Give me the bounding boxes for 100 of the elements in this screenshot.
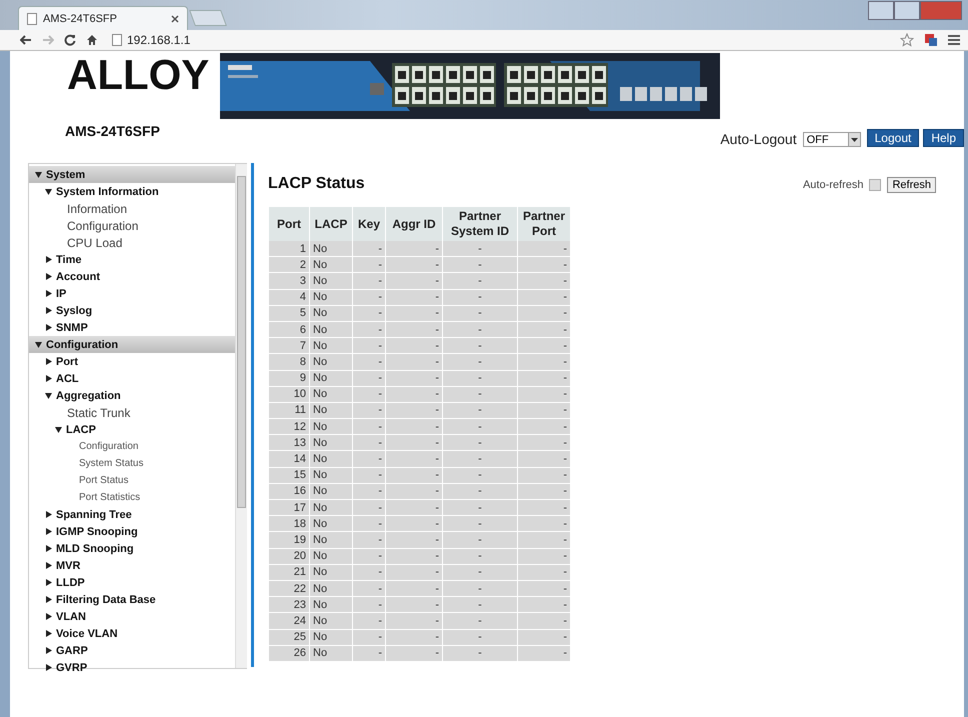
menu-icon[interactable] bbox=[948, 35, 960, 45]
collapsed-arrow-icon[interactable] bbox=[45, 324, 52, 331]
menu-link[interactable]: Configuration bbox=[29, 217, 235, 234]
table-cell: 21 bbox=[269, 564, 309, 581]
table-cell: - bbox=[386, 516, 442, 532]
collapsed-arrow-icon[interactable] bbox=[45, 579, 52, 586]
collapsed-arrow-icon[interactable] bbox=[45, 273, 52, 280]
menu-link[interactable]: Configuration bbox=[29, 438, 235, 455]
menu-item[interactable]: GARP bbox=[29, 642, 235, 659]
auto-refresh-checkbox[interactable] bbox=[869, 179, 882, 191]
back-icon[interactable] bbox=[20, 35, 32, 45]
table-cell: No bbox=[310, 516, 352, 532]
table-cell: No bbox=[310, 613, 352, 630]
table-cell: - bbox=[386, 290, 442, 306]
close-icon[interactable] bbox=[171, 14, 179, 22]
collapsed-arrow-icon[interactable] bbox=[45, 256, 52, 263]
collapsed-arrow-icon[interactable] bbox=[45, 307, 52, 314]
expanded-arrow-icon[interactable] bbox=[55, 426, 62, 433]
page-icon bbox=[27, 12, 37, 24]
home-icon[interactable] bbox=[86, 34, 98, 46]
table-cell: - bbox=[353, 451, 385, 468]
table-cell: - bbox=[353, 646, 385, 662]
menu-link[interactable]: System Status bbox=[29, 455, 235, 472]
collapsed-arrow-icon[interactable] bbox=[45, 664, 52, 671]
table-cell: - bbox=[443, 500, 517, 516]
menu-item[interactable]: ACL bbox=[29, 370, 235, 387]
address-bar[interactable]: 192.168.1.1 bbox=[108, 32, 890, 48]
window-controls[interactable] bbox=[868, 1, 962, 20]
expanded-arrow-icon[interactable] bbox=[35, 341, 42, 348]
menu-item[interactable]: Port bbox=[29, 353, 235, 370]
page-title: LACP Status bbox=[268, 175, 365, 193]
table-cell: - bbox=[443, 646, 517, 662]
refresh-button[interactable]: Refresh bbox=[887, 177, 936, 193]
menu-section[interactable]: Configuration bbox=[29, 336, 235, 353]
header-button[interactable]: Logout bbox=[866, 129, 920, 147]
expanded-arrow-icon[interactable] bbox=[45, 392, 52, 399]
menu-link[interactable]: Static Trunk bbox=[29, 404, 235, 421]
collapsed-arrow-icon[interactable] bbox=[45, 647, 52, 654]
extension-icon[interactable] bbox=[924, 33, 938, 47]
menu-link[interactable]: CPU Load bbox=[29, 234, 235, 251]
menu-item[interactable]: LLDP bbox=[29, 574, 235, 591]
table-cell: - bbox=[443, 322, 517, 338]
collapsed-arrow-icon[interactable] bbox=[45, 358, 52, 365]
menu-item[interactable]: Filtering Data Base bbox=[29, 591, 235, 608]
expanded-arrow-icon[interactable] bbox=[45, 188, 52, 195]
collapsed-arrow-icon[interactable] bbox=[45, 562, 52, 569]
menu-item[interactable]: VLAN bbox=[29, 608, 235, 625]
menu-item[interactable]: MLD Snooping bbox=[29, 540, 235, 557]
table-cell: 2 bbox=[269, 257, 309, 274]
table-cell: - bbox=[353, 484, 385, 500]
menu-item[interactable]: LACP bbox=[29, 421, 235, 438]
menu-item[interactable]: GVRP bbox=[29, 659, 235, 676]
collapsed-arrow-icon[interactable] bbox=[45, 290, 52, 297]
table-cell: - bbox=[386, 306, 442, 322]
menu-item[interactable]: System Information bbox=[29, 183, 235, 200]
collapsed-arrow-icon[interactable] bbox=[45, 545, 52, 552]
auto-logout-select[interactable]: OFF bbox=[802, 132, 861, 147]
column-header: Port bbox=[269, 207, 309, 241]
table-cell: 22 bbox=[269, 580, 309, 598]
menu-link[interactable]: Information bbox=[29, 200, 235, 217]
table-cell: - bbox=[518, 630, 570, 646]
menu-item[interactable]: Account bbox=[29, 268, 235, 285]
column-header: Aggr ID bbox=[386, 207, 442, 241]
table-cell: - bbox=[518, 500, 570, 516]
reload-icon[interactable] bbox=[64, 34, 76, 46]
menu-item[interactable]: Time bbox=[29, 251, 235, 268]
table-cell: - bbox=[443, 257, 517, 274]
collapsed-arrow-icon[interactable] bbox=[45, 613, 52, 620]
table-cell: - bbox=[386, 564, 442, 581]
menu-item[interactable]: MVR bbox=[29, 557, 235, 574]
browser-tab[interactable]: AMS-24T6SFP bbox=[18, 6, 188, 30]
table-cell: 13 bbox=[269, 435, 309, 452]
collapsed-arrow-icon[interactable] bbox=[45, 528, 52, 535]
collapsed-arrow-icon[interactable] bbox=[45, 511, 52, 518]
menu-item[interactable]: IGMP Snooping bbox=[29, 523, 235, 540]
header-button[interactable]: Help bbox=[923, 129, 964, 147]
collapsed-arrow-icon[interactable] bbox=[45, 596, 52, 603]
star-icon[interactable] bbox=[900, 33, 914, 47]
menu-link[interactable]: Port Status bbox=[29, 472, 235, 489]
table-cell: 16 bbox=[269, 484, 309, 500]
menu-item[interactable]: SNMP bbox=[29, 319, 235, 336]
menu-section[interactable]: System bbox=[29, 166, 235, 183]
menu-item[interactable]: Syslog bbox=[29, 302, 235, 319]
menu-item[interactable]: Spanning Tree bbox=[29, 506, 235, 523]
menu-item[interactable]: IP bbox=[29, 285, 235, 302]
menu-item[interactable]: Aggregation bbox=[29, 387, 235, 404]
table-cell: - bbox=[386, 273, 442, 290]
menu-link[interactable]: Port Statistics bbox=[29, 489, 235, 506]
table-cell: 3 bbox=[269, 273, 309, 290]
collapsed-arrow-icon[interactable] bbox=[45, 630, 52, 637]
table-cell: - bbox=[443, 354, 517, 370]
dropdown-arrow-icon[interactable] bbox=[850, 138, 858, 142]
table-cell: - bbox=[353, 322, 385, 338]
table-cell: - bbox=[386, 241, 442, 258]
table-cell: - bbox=[443, 419, 517, 436]
table-cell: - bbox=[386, 257, 442, 274]
collapsed-arrow-icon[interactable] bbox=[45, 375, 52, 382]
expanded-arrow-icon[interactable] bbox=[35, 171, 42, 178]
menu-item[interactable]: Voice VLAN bbox=[29, 625, 235, 642]
table-cell: No bbox=[310, 484, 352, 500]
